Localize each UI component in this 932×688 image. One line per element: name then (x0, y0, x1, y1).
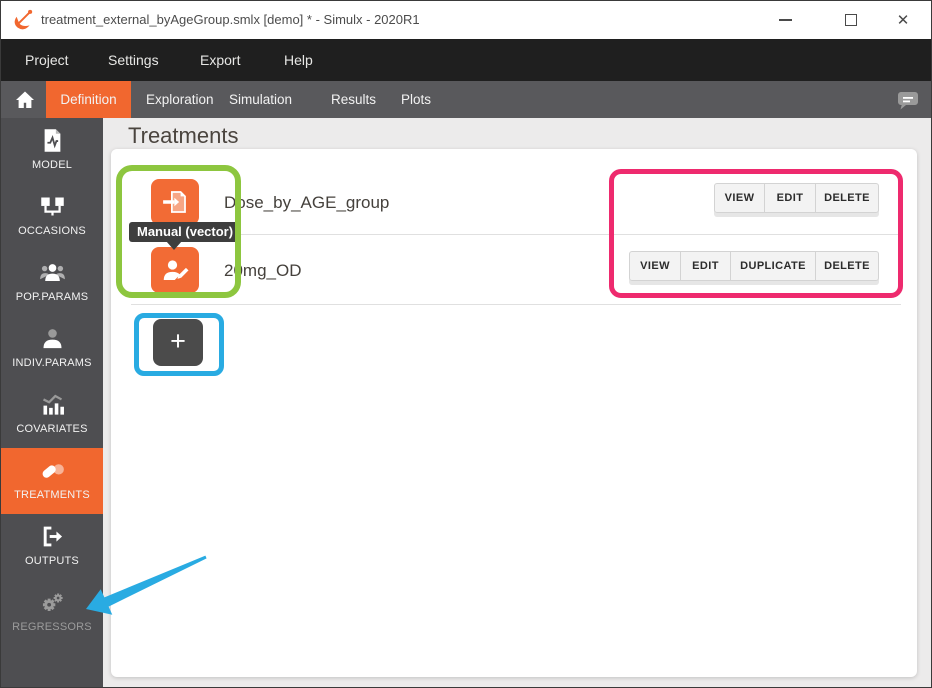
sidebar-item-occasions[interactable]: OCCASIONS (1, 184, 103, 250)
tab-definition[interactable]: Definition (46, 81, 131, 118)
individual-person-icon (39, 325, 66, 352)
outputs-export-icon (39, 523, 66, 550)
sidebar-item-indiv-params[interactable]: INDIV.PARAMS (1, 316, 103, 382)
delete-button[interactable]: DELETE (816, 251, 879, 281)
sidebar-item-label: INDIV.PARAMS (12, 357, 91, 369)
menu-export[interactable]: Export (200, 39, 240, 81)
regressors-gears-icon (39, 589, 66, 616)
sidebar-item-outputs[interactable]: OUTPUTS (1, 514, 103, 580)
treatment-type-manual-vector-button[interactable] (151, 247, 199, 293)
model-file-icon (39, 127, 66, 154)
tab-exploration[interactable]: Exploration (146, 81, 214, 118)
tooltip-caret (166, 241, 182, 250)
feedback-chat-icon[interactable] (895, 88, 921, 112)
tooltip-manual-vector: Manual (vector) (129, 222, 241, 242)
sidebar-item-label: TREATMENTS (14, 489, 90, 501)
main-content: Treatments Dose_by_AGE_group VIEW EDIT D… (103, 118, 932, 688)
simulx-window: treatment_external_byAgeGroup.smlx [demo… (0, 0, 932, 688)
treatments-pills-icon (39, 457, 66, 484)
tab-results[interactable]: Results (331, 81, 376, 118)
delete-button[interactable]: DELETE (816, 183, 879, 213)
edit-button[interactable]: EDIT (765, 183, 816, 213)
duplicate-button[interactable]: DUPLICATE (731, 251, 816, 281)
sidebar-item-treatments[interactable]: TREATMENTS (1, 448, 103, 514)
external-file-icon (160, 187, 190, 217)
sidebar-item-label: MODEL (32, 159, 72, 171)
tab-simulation[interactable]: Simulation (229, 81, 292, 118)
edit-button[interactable]: EDIT (681, 251, 731, 281)
sidebar: MODEL OCCASIONS POP.PARAMS (1, 118, 103, 688)
sidebar-item-label: COVARIATES (16, 423, 87, 435)
treatment-name: Dose_by_AGE_group (224, 193, 389, 213)
minimize-icon (779, 19, 792, 21)
view-button[interactable]: VIEW (629, 251, 681, 281)
maximize-icon (845, 14, 857, 26)
close-button[interactable]: ✕ (883, 1, 923, 39)
tab-plots[interactable]: Plots (401, 81, 431, 118)
sidebar-item-label: REGRESSORS (12, 621, 92, 633)
sidebar-item-label: OUTPUTS (25, 555, 79, 567)
tab-bar: Definition Exploration Simulation Result… (1, 81, 931, 118)
sidebar-item-model[interactable]: MODEL (1, 118, 103, 184)
view-button[interactable]: VIEW (714, 183, 765, 213)
sidebar-item-pop-params[interactable]: POP.PARAMS (1, 250, 103, 316)
window-title: treatment_external_byAgeGroup.smlx [demo… (41, 1, 420, 39)
simulx-logo-icon (9, 7, 35, 33)
treatment-actions-row1: VIEW EDIT DELETE (714, 183, 879, 213)
treatment-type-external-file-button[interactable] (151, 179, 199, 225)
menu-bar: Project Settings Export Help i 1 (1, 39, 931, 81)
row-divider (131, 234, 901, 235)
row-divider (131, 304, 901, 305)
treatment-actions-row2: VIEW EDIT DUPLICATE DELETE (629, 251, 879, 281)
add-treatment-button[interactable]: + (153, 319, 203, 366)
population-group-icon (39, 259, 66, 286)
sidebar-item-covariates[interactable]: COVARIATES (1, 382, 103, 448)
sidebar-item-regressors[interactable]: REGRESSORS (1, 580, 103, 646)
sidebar-item-label: OCCASIONS (18, 225, 86, 237)
maximize-button[interactable] (831, 1, 871, 39)
occasions-icon (39, 193, 66, 220)
minimize-button[interactable] (765, 1, 805, 39)
menu-help[interactable]: Help (284, 39, 313, 81)
manual-vector-person-edit-icon (160, 255, 190, 285)
covariates-chart-icon (39, 391, 66, 418)
page-title: Treatments (128, 123, 238, 149)
title-bar: treatment_external_byAgeGroup.smlx [demo… (1, 1, 931, 39)
close-icon: ✕ (897, 13, 910, 28)
menu-settings[interactable]: Settings (108, 39, 159, 81)
home-icon[interactable] (13, 88, 37, 112)
treatment-name: 20mg_OD (224, 261, 301, 281)
sidebar-item-label: POP.PARAMS (16, 291, 89, 303)
menu-project[interactable]: Project (25, 39, 69, 81)
